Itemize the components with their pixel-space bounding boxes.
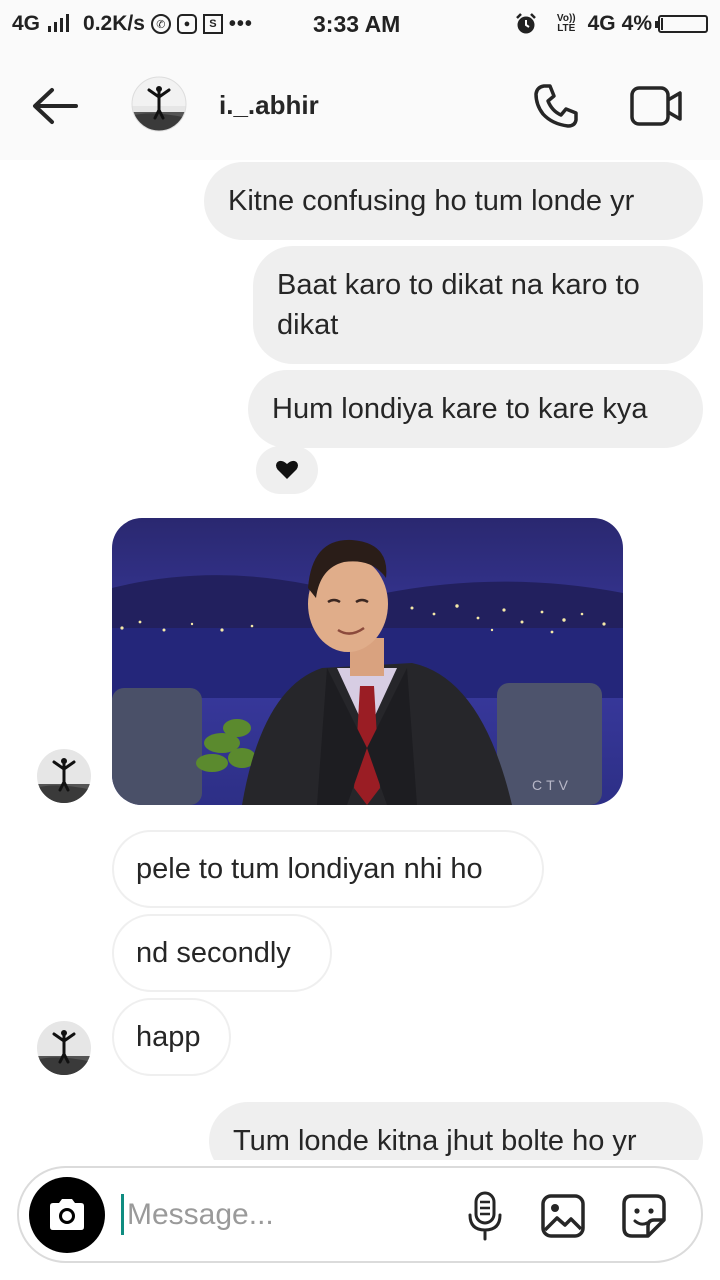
message-input[interactable] [127,1192,447,1238]
contact-avatar[interactable] [131,76,187,132]
data-speed: 0.2K/s [83,12,145,35]
sticker-button[interactable] [620,1192,668,1240]
status-left: 4G 0.2K/s ✆ ● S ••• [12,12,253,36]
sticker-icon [622,1194,666,1238]
video-camera-icon [630,86,682,126]
heart-icon [276,460,298,479]
message-outgoing[interactable]: Kitne confusing ho tum londe yr [204,162,703,240]
microphone-icon [468,1191,502,1241]
volte-bottom: LTE [557,23,576,34]
audio-call-button[interactable] [530,80,582,132]
battery-level [661,18,663,30]
status-bar: 4G 0.2K/s ✆ ● S ••• 3:33 AM Vo)) LTE 4G … [0,0,720,52]
gallery-icon [541,1194,585,1238]
message-outgoing[interactable]: Hum londiya kare to kare kya [248,370,703,448]
instagram-icon: ● [176,14,197,34]
voice-message-button[interactable] [465,1190,505,1242]
camera-icon [50,1199,84,1230]
message-incoming[interactable]: nd secondly [112,914,332,992]
network-type-right: 4G [587,12,616,35]
camera-button[interactable] [29,1177,105,1253]
battery-percent: 4% [621,12,652,35]
status-right: Vo)) LTE 4G 4% [515,12,708,36]
text-cursor [121,1194,124,1235]
more-notifications-icon: ••• [228,12,253,35]
volte-icon: Vo)) LTE [557,14,576,34]
message-thread[interactable]: Kitne confusing ho tum londe yr Baat kar… [0,160,720,1160]
message-composer [17,1166,703,1263]
contact-username[interactable]: i._.abhir [219,90,319,121]
alarm-icon [516,13,536,34]
gif-message[interactable]: CTV [112,518,623,805]
message-incoming[interactable]: happ [112,998,231,1076]
gallery-button[interactable] [539,1192,587,1240]
chat-header: i._.abhir [0,52,720,160]
message-outgoing[interactable]: Tum londe kitna jhut bolte ho yr [209,1102,703,1160]
network-type: 4G [12,12,41,35]
clock: 3:33 AM [313,11,401,37]
message-outgoing[interactable]: Baat karo to dikat na karo to dikat [253,246,703,364]
message-incoming[interactable]: pele to tum londiyan nhi ho [112,830,544,908]
contact-avatar[interactable] [36,748,92,804]
s-notification-icon: S [202,14,223,34]
video-call-button[interactable] [628,82,684,130]
signal-icon [48,14,70,32]
contact-avatar[interactable] [36,1020,92,1076]
back-button[interactable] [28,84,82,128]
back-arrow-icon [33,88,78,124]
heart-reaction[interactable] [256,446,318,494]
battery-icon [655,15,708,33]
phone-icon [534,84,578,128]
whatsapp-icon: ✆ [150,14,171,34]
gif-watermark: CTV [532,777,572,793]
